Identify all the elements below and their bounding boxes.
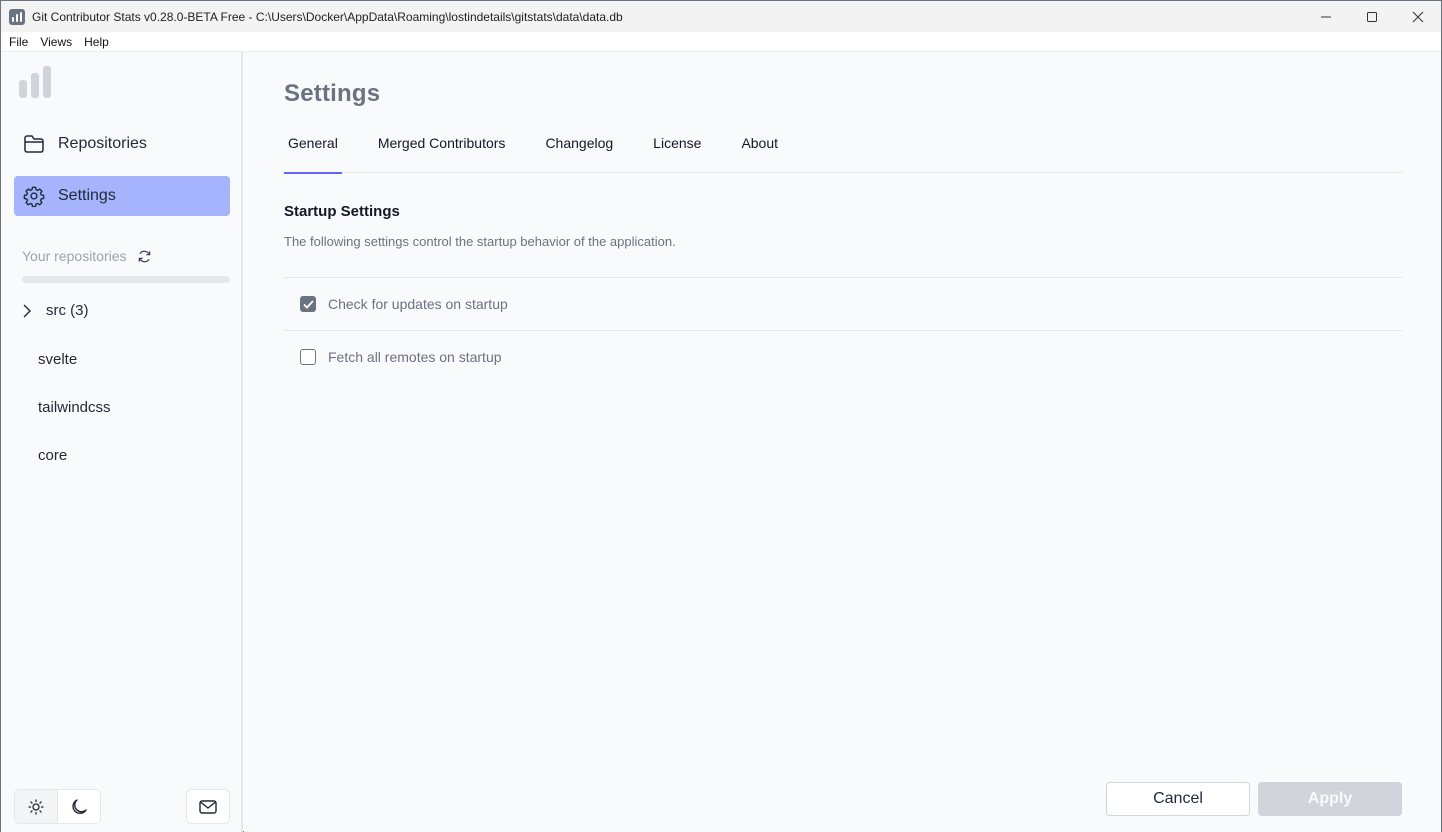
checkmark-icon bbox=[302, 299, 314, 309]
minimize-button[interactable] bbox=[1303, 1, 1349, 32]
sidebar-item-repositories[interactable]: Repositories bbox=[14, 124, 230, 164]
repo-item[interactable]: svelte bbox=[38, 351, 77, 368]
app-logo-icon bbox=[9, 8, 25, 25]
light-theme-button[interactable] bbox=[15, 790, 58, 823]
feedback-mail-button[interactable] bbox=[186, 789, 230, 824]
close-button[interactable] bbox=[1395, 1, 1441, 32]
refresh-icon[interactable] bbox=[137, 248, 153, 264]
mail-icon bbox=[199, 799, 217, 814]
tab-about[interactable]: About bbox=[737, 124, 782, 173]
title-bar: Git Contributor Stats v0.28.0-BETA Free … bbox=[1, 1, 1441, 32]
setting-check-updates: Check for updates on startup bbox=[284, 277, 1402, 330]
maximize-button[interactable] bbox=[1349, 1, 1395, 32]
apply-button[interactable]: Apply bbox=[1258, 782, 1402, 816]
app-logo bbox=[19, 66, 51, 98]
tab-license[interactable]: License bbox=[649, 124, 705, 173]
window-title: Git Contributor Stats v0.28.0-BETA Free … bbox=[32, 9, 623, 24]
main-content: Settings General Merged Contributors Cha… bbox=[244, 52, 1441, 832]
sidebar-item-settings[interactable]: Settings bbox=[14, 176, 230, 216]
gear-icon bbox=[22, 184, 46, 208]
repositories-header-label: Your repositories bbox=[22, 248, 127, 264]
repositories-header: Your repositories bbox=[22, 248, 153, 264]
folder-icon bbox=[22, 132, 46, 156]
menu-help[interactable]: Help bbox=[84, 35, 117, 49]
tab-merged-contributors[interactable]: Merged Contributors bbox=[374, 124, 510, 173]
menu-file[interactable]: File bbox=[9, 35, 36, 49]
section-title: Startup Settings bbox=[284, 203, 400, 220]
repo-item[interactable]: core bbox=[38, 447, 67, 464]
tab-general[interactable]: General bbox=[284, 124, 342, 174]
settings-tabs: General Merged Contributors Changelog Li… bbox=[284, 124, 1402, 174]
menu-views[interactable]: Views bbox=[40, 35, 80, 49]
maximize-icon bbox=[1367, 11, 1377, 22]
setting-label: Fetch all remotes on startup bbox=[328, 349, 502, 365]
repo-item[interactable]: tailwindcss bbox=[38, 399, 111, 416]
cancel-button[interactable]: Cancel bbox=[1106, 782, 1250, 816]
dark-theme-button[interactable] bbox=[58, 790, 101, 823]
sidebar: Repositories Settings Your repositories … bbox=[1, 52, 243, 832]
sidebar-item-label: Settings bbox=[58, 187, 116, 204]
repo-group-src[interactable]: src (3) bbox=[22, 302, 89, 319]
chevron-right-icon bbox=[22, 304, 36, 318]
sun-icon bbox=[28, 798, 44, 815]
minimize-icon bbox=[1321, 16, 1331, 17]
page-title: Settings bbox=[284, 80, 381, 107]
setting-fetch-remotes: Fetch all remotes on startup bbox=[284, 330, 1402, 383]
check-updates-checkbox[interactable] bbox=[300, 296, 316, 312]
repo-group-label: src (3) bbox=[46, 302, 89, 319]
app-window: Git Contributor Stats v0.28.0-BETA Free … bbox=[0, 0, 1442, 832]
fetch-remotes-checkbox[interactable] bbox=[300, 349, 316, 365]
close-icon bbox=[1412, 11, 1424, 22]
setting-label: Check for updates on startup bbox=[328, 296, 508, 312]
menu-bar: File Views Help bbox=[1, 32, 1441, 52]
theme-toggle bbox=[14, 789, 101, 824]
section-description: The following settings control the start… bbox=[284, 234, 676, 249]
moon-icon bbox=[72, 798, 87, 814]
sidebar-item-label: Repositories bbox=[58, 135, 147, 152]
tab-changelog[interactable]: Changelog bbox=[541, 124, 617, 173]
window-controls bbox=[1303, 1, 1441, 32]
repositories-progress-bar bbox=[22, 276, 230, 283]
